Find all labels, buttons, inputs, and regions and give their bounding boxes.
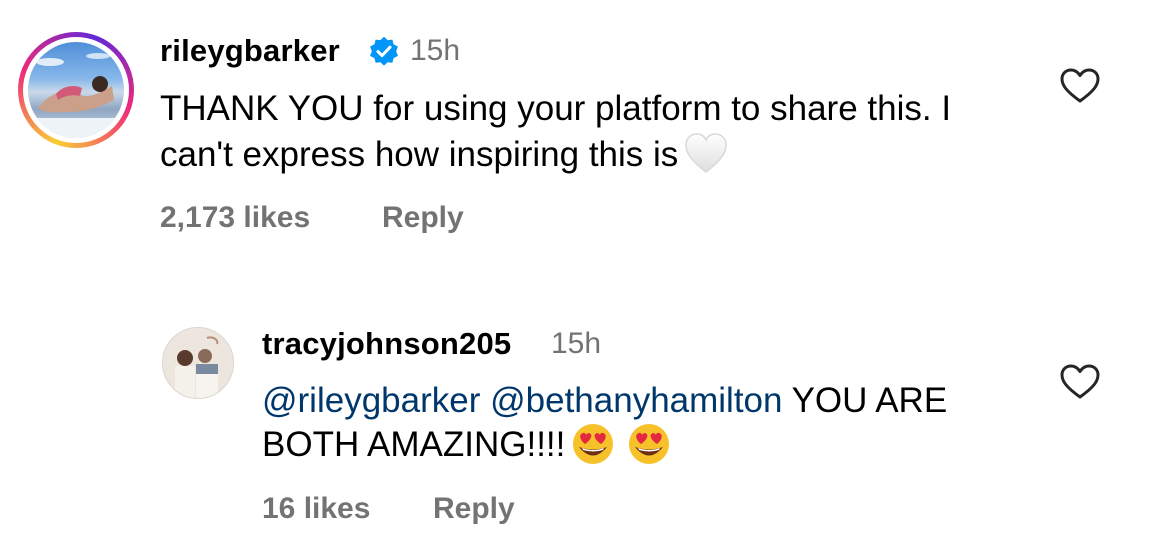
avatar-photo xyxy=(28,53,124,138)
like-heart-icon[interactable] xyxy=(1060,68,1100,104)
heart-eyes-emoji-icon xyxy=(627,422,671,466)
timestamp: 15h xyxy=(410,34,461,67)
mention-link[interactable]: @rileygbarker xyxy=(262,381,480,420)
heart-eyes-emoji-icon xyxy=(571,422,615,466)
avatar-photo xyxy=(163,328,233,398)
comment-body: THANK YOU for using your platform to sha… xyxy=(160,89,952,174)
comment-text: @rileygbarker @bethanyhamilton YOU ARE B… xyxy=(262,379,1022,469)
likes-count[interactable]: 16 likes xyxy=(262,492,370,526)
comment-text: THANK YOU for using your platform to sha… xyxy=(160,86,1020,179)
likes-count[interactable]: 2,173 likes xyxy=(160,201,310,235)
avatar[interactable] xyxy=(162,327,234,399)
reply-button[interactable]: Reply xyxy=(433,492,515,526)
avatar-border xyxy=(23,37,129,143)
mention-link[interactable]: @bethanyhamilton xyxy=(490,381,782,420)
timestamp: 15h xyxy=(551,327,602,360)
white-heart-icon xyxy=(684,132,728,176)
username[interactable]: rileygbarker xyxy=(160,33,340,69)
verified-badge-icon xyxy=(368,36,400,68)
avatar[interactable] xyxy=(28,42,124,138)
reply-button[interactable]: Reply xyxy=(382,201,464,235)
like-heart-icon[interactable] xyxy=(1060,364,1100,400)
username[interactable]: tracyjohnson205 xyxy=(262,326,511,362)
story-ring[interactable] xyxy=(18,32,134,148)
